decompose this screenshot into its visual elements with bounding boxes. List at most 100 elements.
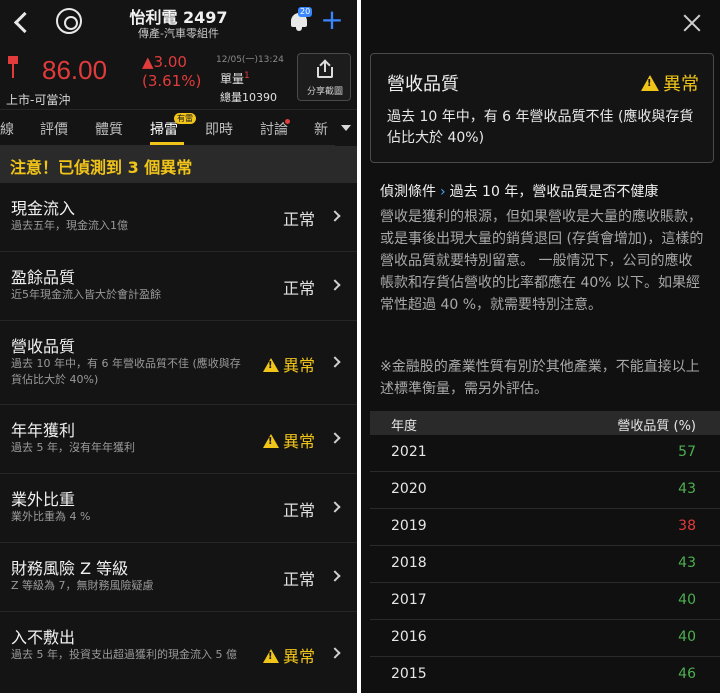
tab-fundamentals[interactable]: 體質 <box>95 119 123 139</box>
item-title: 現金流入 <box>11 199 76 218</box>
explanation-text: 營收是獲利的根源，但如果營收是大量的應收賬款，或是事後出現大量的銷貨退回 (存貨… <box>380 209 704 313</box>
status-normal: 正常 <box>282 210 315 229</box>
table-row: 2018 43 <box>370 546 720 583</box>
item-desc: Z 等級為 7，無財務風險疑慮 <box>11 579 154 592</box>
condition-text: 過去 10 年，營收品質是否不健康 <box>449 184 659 200</box>
row-value: 43 <box>678 555 696 571</box>
tab-chart[interactable]: 線 <box>0 119 14 139</box>
item-title: 營收品質 <box>11 337 76 356</box>
item-title: 年年獲利 <box>11 421 76 440</box>
tab-news[interactable]: 新 <box>314 119 328 139</box>
table-row: 2020 43 <box>370 472 720 509</box>
detail-summary: 過去 10 年中，有 6 年營收品質不佳 (應收與存貨佔比大於 40%) <box>387 109 694 146</box>
chevron-right-icon <box>329 647 341 659</box>
item-desc: 近5年現金流入皆大於會計盈餘 <box>11 288 161 301</box>
tab-mine-scan[interactable]: 掃雷 <box>150 119 178 139</box>
quote-datetime: 12/05(一)13:24 <box>216 55 284 65</box>
unit-volume-label: 單量 <box>220 72 245 86</box>
quote-block: 86.00 ▲3.00 (3.61%) 上市-可當沖 12/05(一)13:24… <box>0 50 357 110</box>
item-desc: 過去五年，現金流入1億 <box>11 219 128 232</box>
detail-status: 異常 <box>641 70 699 96</box>
tab-alert-badge: 有雷 <box>174 113 196 124</box>
unit-volume-value: 1 <box>244 71 250 81</box>
flag-icon <box>8 56 20 80</box>
status-abnormal: 異常 <box>262 643 315 667</box>
share-screenshot-button[interactable]: 分享截圖 <box>297 53 351 101</box>
change-percent: (3.61%) <box>142 72 202 90</box>
check-item-earnings-quality[interactable]: 盈餘品質 近5年現金流入皆大於會計盈餘 正常 <box>0 252 357 321</box>
item-title: 入不敷出 <box>11 628 76 647</box>
chevron-right-icon <box>329 501 341 513</box>
condition-label: 偵測條件 <box>380 184 436 200</box>
close-icon[interactable] <box>681 12 703 34</box>
row-year: 2015 <box>391 666 427 682</box>
check-list: 現金流入 過去五年，現金流入1億 正常 盈餘品質 近5年現金流入皆大於會計盈餘 … <box>0 183 357 693</box>
active-tab-indicator <box>150 142 184 145</box>
footnote-text: ※金融股的產業性質有別於其他產業，不能直接以上述標準衡量，需另外評估。 <box>380 359 700 397</box>
top-bar: 怡利電 2497 傳產-汽車零組件 20 + <box>0 0 357 50</box>
add-icon[interactable]: + <box>320 6 344 34</box>
table-row: 2015 46 <box>370 657 720 693</box>
table-row: 2017 40 <box>370 583 720 620</box>
status-normal: 正常 <box>282 570 315 589</box>
table-row: 2021 57 <box>370 435 720 472</box>
row-value: 38 <box>678 518 696 534</box>
item-desc: 過去 10 年中，有 6 年營收品質不佳 (應收與存貨佔比大於 40%) <box>11 357 241 386</box>
detail-title: 營收品質 <box>387 74 459 95</box>
row-year: 2018 <box>391 555 427 571</box>
row-value: 40 <box>678 592 696 608</box>
total-volume: 總量10390 <box>220 91 277 104</box>
check-item-cash-shortfall[interactable]: 入不敷出 過去 5 年，投資支出超過獲利的現金流入 5 億 異常 <box>0 612 357 693</box>
share-icon <box>317 59 333 78</box>
item-title: 業外比重 <box>11 490 76 509</box>
tab-valuation[interactable]: 評價 <box>40 119 68 139</box>
tab-more-dropdown[interactable] <box>335 110 357 146</box>
warning-icon <box>641 75 659 91</box>
notification-badge: 20 <box>298 7 313 17</box>
warning-banner: 注意！已偵測到 3 個異常 <box>0 146 357 183</box>
item-desc: 業外比重為 4 % <box>11 510 91 523</box>
item-title: 盈餘品質 <box>11 268 76 287</box>
new-dot <box>285 119 290 124</box>
item-title: 財務風險 Z 等級 <box>11 559 129 578</box>
chevron-right-icon <box>329 432 341 444</box>
tab-realtime[interactable]: 即時 <box>205 119 233 139</box>
price-change: ▲3.00 (3.61%) <box>142 53 201 91</box>
summary-card: 營收品質 異常 過去 10 年中，有 6 年營收品質不佳 (應收與存貨佔比大於 … <box>370 53 714 163</box>
chevron-right-icon: › <box>440 184 446 200</box>
row-year: 2016 <box>391 629 427 645</box>
warning-text: 注意！已偵測到 3 個異常 <box>10 158 193 177</box>
stock-detail-panel: 怡利電 2497 傳產-汽車零組件 20 + 86.00 ▲3.00 (3.61… <box>0 0 357 693</box>
column-revenue-quality: 營收品質 (%) <box>617 419 696 434</box>
chevron-right-icon <box>329 210 341 222</box>
column-year: 年度 <box>391 419 418 434</box>
check-item-z-score[interactable]: 財務風險 Z 等級 Z 等級為 7，無財務風險疑慮 正常 <box>0 543 357 612</box>
table-header: 年度 營收品質 (%) <box>370 411 720 435</box>
item-desc: 過去 5 年，投資支出超過獲利的現金流入 5 億 <box>11 648 237 661</box>
status-label: 異常 <box>282 356 315 375</box>
warning-icon <box>262 649 279 663</box>
tab-bar: 線 評價 體質 掃雷 有雷 即時 討論 新 <box>0 110 357 146</box>
detection-condition: 偵測條件 › 過去 10 年，營收品質是否不健康 <box>380 181 658 201</box>
status-label: 異常 <box>282 647 315 666</box>
table-row: 2019 38 <box>370 509 720 546</box>
check-item-consistent-profit[interactable]: 年年獲利 過去 5 年，沒有年年獲利 異常 <box>0 405 357 474</box>
check-item-non-operating-ratio[interactable]: 業外比重 業外比重為 4 % 正常 <box>0 474 357 543</box>
check-item-cash-inflow[interactable]: 現金流入 過去五年，現金流入1億 正常 <box>0 183 357 252</box>
item-desc: 過去 5 年，沒有年年獲利 <box>11 441 135 454</box>
status-normal: 正常 <box>282 279 315 298</box>
row-value: 40 <box>678 629 696 645</box>
unit-volume: 單量1 <box>220 70 250 87</box>
status-abnormal: 異常 <box>262 428 315 452</box>
tab-discussion[interactable]: 討論 <box>260 119 288 139</box>
row-year: 2017 <box>391 592 427 608</box>
row-value: 46 <box>678 666 696 682</box>
row-year: 2019 <box>391 518 427 534</box>
status-normal: 正常 <box>282 501 315 520</box>
row-value: 43 <box>678 481 696 497</box>
chevron-right-icon <box>329 356 341 368</box>
chevron-right-icon <box>329 279 341 291</box>
revenue-quality-table: 2021 57 2020 43 2019 38 2018 43 2017 40 2016 40 2015… <box>370 435 720 693</box>
table-row: 2016 40 <box>370 620 720 657</box>
check-item-revenue-quality[interactable]: 營收品質 過去 10 年中，有 6 年營收品質不佳 (應收與存貨佔比大於 40%… <box>0 321 357 405</box>
